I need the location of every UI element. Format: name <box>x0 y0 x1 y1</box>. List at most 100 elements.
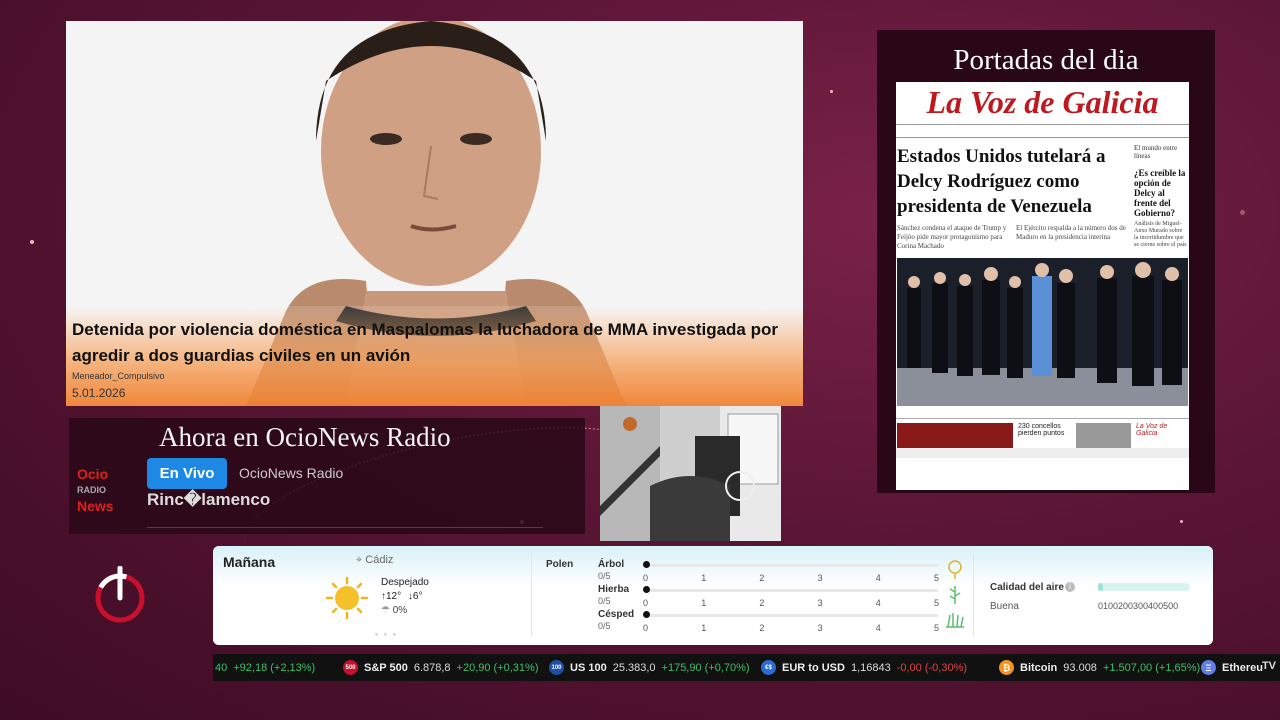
air-quality-ticks: 0100200300400500 <box>1098 601 1179 611</box>
tick: 0 <box>643 573 649 583</box>
weather-widget: Mañana ⌖ Cádiz Despejado ↑12° ↓6° ☂ 0% •… <box>213 546 1213 645</box>
ticker-value: 93.008 <box>1063 661 1097 674</box>
ticker-item[interactable]: €$ EUR to USD 1,16843 -0,00 (-0,30%) <box>761 654 967 681</box>
tick: 1 <box>701 598 707 608</box>
weather-location[interactable]: ⌖ Cádiz <box>356 554 393 567</box>
polen-row-cesped: Césped 0/5 0 1 2 3 4 5 <box>598 609 968 633</box>
newspaper-photo <box>897 258 1188 406</box>
radio-logo: Ocio RADIO News <box>77 466 135 514</box>
sp500-icon: 500 <box>343 660 358 675</box>
polen-label: Polen <box>546 559 574 570</box>
polen-name: Árbol <box>598 559 625 570</box>
radio-panel: Ahora en OcioNews Radio Ocio RADIO News … <box>69 418 585 534</box>
carousel-dots[interactable]: • • • <box>375 630 398 639</box>
tree-icon <box>948 560 962 579</box>
polen-score: 0/5 <box>598 571 611 581</box>
ethereum-icon: Ξ <box>1201 660 1216 675</box>
ticker-item[interactable]: Ξ Ethereu <box>1201 654 1263 681</box>
station-name: OcioNews Radio <box>239 465 344 481</box>
polen-row-arbol: Árbol 0/5 0 1 2 3 4 5 <box>598 559 968 583</box>
ticker-item[interactable]: 40 +92,18 (+2,13%) <box>215 654 315 681</box>
ticker-name: EUR to USD <box>782 661 845 674</box>
tick: 1 <box>701 573 707 583</box>
polen-name: Hierba <box>598 584 630 595</box>
grass-icon <box>946 613 964 628</box>
power-button[interactable] <box>95 565 145 624</box>
weather-divider <box>531 554 532 636</box>
portadas-panel: Portadas del dia La Voz de Galicia Estad… <box>877 30 1215 493</box>
webcam-feed <box>600 406 781 541</box>
tick: 2 <box>759 598 765 608</box>
info-icon[interactable]: i <box>1065 582 1075 592</box>
air-quality-status: Buena <box>990 601 1019 612</box>
umbrella-icon: ☂ <box>381 605 390 616</box>
tick: 0 <box>643 598 649 608</box>
radio-logo-line1: Ocio <box>77 466 109 482</box>
radio-logo-line2: RADIO <box>77 485 106 495</box>
tick: 0 <box>643 623 649 633</box>
polen-level-marker <box>643 561 650 568</box>
webcam-image <box>600 406 781 541</box>
ticker-value: 6.878,8 <box>413 661 451 674</box>
newspaper-sub-right: El Ejército respalda a la número dos de … <box>1016 224 1126 241</box>
ticker-change: +20,90 (+0,31%) <box>456 661 539 674</box>
polen-track <box>646 564 938 567</box>
newspaper-frontpage[interactable]: La Voz de Galicia Estados Unidos tutelar… <box>896 82 1189 490</box>
polen-name: Césped <box>598 609 635 620</box>
ticker-value: 40 <box>215 661 228 674</box>
weather-temps: ↑12° ↓6° <box>381 591 422 602</box>
air-quality-bar <box>1098 583 1190 591</box>
tick: 5 <box>933 623 939 633</box>
news-title[interactable]: Detenida por violencia doméstica en Masp… <box>72 317 800 369</box>
program-name: Rinc�lamenco <box>147 490 271 509</box>
weather-period: Mañana <box>223 554 276 570</box>
newspaper-side-top: El mundo entre líneas <box>1134 144 1178 160</box>
weather-divider <box>973 554 974 636</box>
tick: 3 <box>817 598 823 608</box>
ticker-item[interactable]: 100 US 100 25.383,0 +175,90 (+0,70%) <box>549 654 750 681</box>
market-ticker: 40 +92,18 (+2,13%) 500 S&P 500 6.878,8 +… <box>213 654 1280 681</box>
location-pin-icon: ⌖ <box>356 554 363 566</box>
tick: 5 <box>933 573 939 583</box>
currency-icon: €$ <box>761 660 776 675</box>
news-card[interactable]: Detenida por violencia doméstica en Masp… <box>66 21 803 406</box>
ticker-change: -0,00 (-0,30%) <box>896 661 968 674</box>
newspaper-headline: Estados Unidos tutelará a Delcy Rodrígue… <box>897 146 1106 217</box>
tick: 5 <box>933 598 939 608</box>
live-button[interactable]: En Vivo <box>147 458 227 489</box>
ticker-value: 25.383,0 <box>612 661 656 674</box>
air-quality-label: Calidad del aire <box>990 582 1064 593</box>
ticker-change: +175,90 (+0,70%) <box>661 661 750 674</box>
side-question: ¿Es creíble la opción de Delcy al frente… <box>1134 168 1186 218</box>
temp-min: 6° <box>412 591 423 602</box>
power-icon <box>95 565 145 623</box>
newspaper-nav-bar[interactable] <box>896 448 1189 458</box>
ticker-name: S&P 500 <box>364 661 408 674</box>
side-text: Análisis de Miguel-Anxo Murado sobre la … <box>1134 221 1187 248</box>
tick: 2 <box>759 573 765 583</box>
us100-icon: 100 <box>549 660 564 675</box>
polen-ticks: 0 1 2 3 4 5 <box>643 623 939 633</box>
news-author: Meneador_Compulsivo <box>72 371 165 381</box>
ticker-name: Bitcoin <box>1020 661 1058 674</box>
polen-track <box>646 589 938 592</box>
polen-score: 0/5 <box>598 621 611 631</box>
tradingview-logo[interactable]: TV <box>1262 660 1276 672</box>
ticker-change: +92,18 (+2,13%) <box>233 661 316 674</box>
newspaper-caption <box>897 408 1188 416</box>
tick: 4 <box>875 573 881 583</box>
ticker-item[interactable]: 500 S&P 500 6.878,8 +20,90 (+0,31%) <box>343 654 538 681</box>
newspaper-masthead: La Voz de Galicia <box>926 84 1159 120</box>
air-quality-fill <box>1098 583 1103 591</box>
ticker-name: US 100 <box>570 661 607 674</box>
portadas-title: Portadas del dia <box>953 44 1139 76</box>
temp-max: 12° <box>386 591 402 602</box>
polen-level-marker <box>643 586 650 593</box>
tick: 3 <box>817 573 823 583</box>
tick: 4 <box>875 598 881 608</box>
ticker-item[interactable]: ₿ Bitcoin 93.008 +1.507,00 (+1,65%) <box>999 654 1200 681</box>
polen-ticks: 0 1 2 3 4 5 <box>643 598 939 608</box>
polen-ticks: 0 1 2 3 4 5 <box>643 573 939 583</box>
weather-rain: ☂ 0% <box>381 605 407 616</box>
ticker-value: 1,16843 <box>850 661 891 674</box>
